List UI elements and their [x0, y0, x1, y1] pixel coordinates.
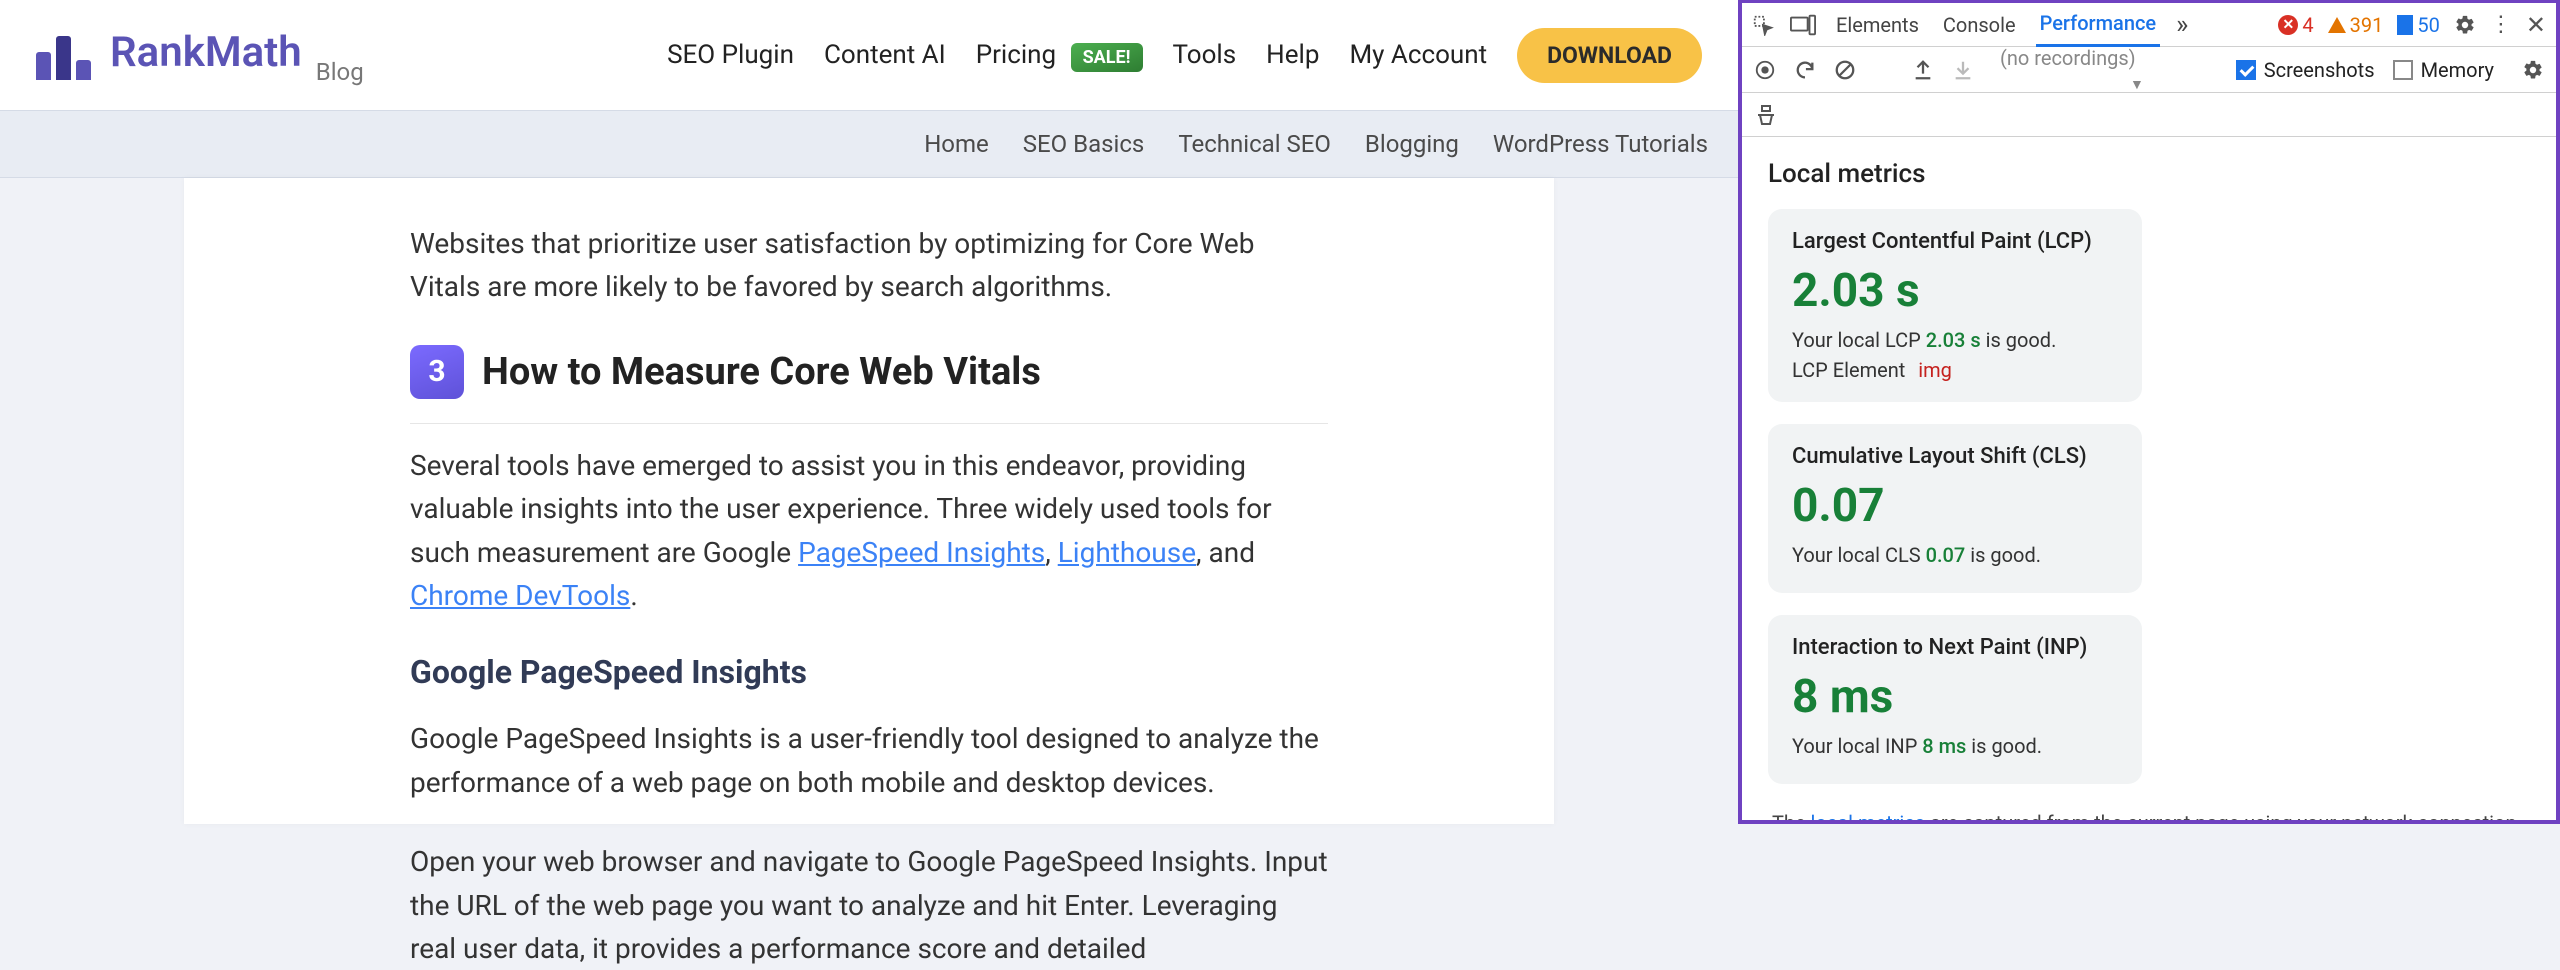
subsection-title: Google PageSpeed Insights: [410, 653, 1328, 691]
download-icon[interactable]: [1952, 59, 1974, 81]
performance-toolbar-2: [1742, 93, 2556, 137]
record-icon[interactable]: [1754, 59, 1776, 81]
psi-instructions: Open your web browser and navigate to Go…: [410, 840, 1328, 970]
inp-detail: Your local INP 8 ms is good.: [1792, 734, 2118, 758]
download-button[interactable]: DOWNLOAD: [1517, 28, 1702, 83]
nav-pricing[interactable]: Pricing SALE!: [976, 40, 1143, 70]
more-tabs-icon[interactable]: »: [2176, 10, 2188, 40]
subnav-blogging[interactable]: Blogging: [1365, 130, 1459, 158]
section-heading: 3 How to Measure Core Web Vitals: [410, 345, 1328, 424]
section-title: How to Measure Core Web Vitals: [482, 350, 1041, 394]
secondary-nav: Home SEO Basics Technical SEO Blogging W…: [0, 110, 1738, 178]
checkbox-checked-icon: [2236, 60, 2256, 80]
intro-paragraph: Websites that prioritize user satisfacti…: [410, 222, 1328, 309]
dropdown-caret-icon: ▼: [2130, 77, 2144, 93]
subnav-wordpress-tutorials[interactable]: WordPress Tutorials: [1493, 130, 1708, 158]
performance-toolbar: (no recordings) ▼ Screenshots Memory: [1742, 47, 2556, 93]
webpage-pane: RankMath Blog SEO Plugin Content AI Pric…: [0, 0, 1738, 824]
capture-settings-icon[interactable]: [2522, 59, 2544, 81]
collect-garbage-icon[interactable]: [1754, 103, 1778, 127]
link-devtools[interactable]: Chrome DevTools: [410, 579, 630, 612]
top-navbar: RankMath Blog SEO Plugin Content AI Pric…: [0, 0, 1738, 110]
lcp-value: 2.03 s: [1792, 264, 2118, 318]
checkbox-empty-icon: [2393, 60, 2413, 80]
local-metrics-link[interactable]: local metrics: [1811, 811, 1926, 820]
nav-help[interactable]: Help: [1266, 40, 1319, 70]
subnav-technical-seo[interactable]: Technical SEO: [1178, 130, 1331, 158]
subnav-seo-basics[interactable]: SEO Basics: [1023, 130, 1145, 158]
lcp-detail: Your local LCP 2.03 s is good.: [1792, 328, 2118, 352]
section-number-badge: 3: [410, 345, 464, 399]
flag-icon: [2397, 15, 2413, 35]
tab-performance[interactable]: Performance: [2036, 2, 2161, 47]
article-body: Websites that prioritize user satisfacti…: [184, 178, 1554, 824]
logo-suffix: Blog: [316, 58, 364, 86]
nav-pricing-label: Pricing: [976, 40, 1056, 70]
sale-badge: SALE!: [1071, 43, 1143, 72]
content-area: Websites that prioritize user satisfacti…: [0, 178, 1738, 824]
lcp-element-tag[interactable]: img: [1918, 358, 1952, 382]
lcp-title: Largest Contentful Paint (LCP): [1792, 229, 2118, 254]
clear-icon[interactable]: [1834, 59, 1856, 81]
tab-console[interactable]: Console: [1939, 4, 2020, 46]
nav-tools[interactable]: Tools: [1173, 40, 1237, 70]
screenshots-checkbox[interactable]: Screenshots: [2236, 58, 2375, 82]
upload-icon[interactable]: [1912, 59, 1934, 81]
logo-text: RankMath: [110, 28, 302, 77]
lcp-card: Largest Contentful Paint (LCP) 2.03 s Yo…: [1768, 209, 2142, 402]
devtools-tabbar: Elements Console Performance » ✕ 4 391 5…: [1742, 3, 2556, 47]
inp-card: Interaction to Next Paint (INP) 8 ms You…: [1768, 615, 2142, 784]
inp-value: 8 ms: [1792, 670, 2118, 724]
error-icon: ✕: [2278, 15, 2298, 35]
tools-paragraph: Several tools have emerged to assist you…: [410, 444, 1328, 618]
metrics-footnote: The local metrics are captured from the …: [1768, 808, 2530, 820]
psi-description: Google PageSpeed Insights is a user-frie…: [410, 717, 1328, 804]
nav-content-ai[interactable]: Content AI: [824, 40, 946, 70]
warning-icon: [2328, 17, 2346, 33]
link-pagespeed[interactable]: PageSpeed Insights: [798, 536, 1045, 569]
nav-seo-plugin[interactable]: SEO Plugin: [667, 40, 794, 70]
cls-title: Cumulative Layout Shift (CLS): [1792, 444, 2118, 469]
cls-value: 0.07: [1792, 479, 2118, 533]
device-toolbar-icon[interactable]: [1790, 14, 1816, 36]
devtools-close-icon[interactable]: ✕: [2526, 11, 2546, 39]
devtools-panel: Elements Console Performance » ✕ 4 391 5…: [1738, 0, 2560, 824]
local-metrics-title: Local metrics: [1768, 159, 2530, 189]
warnings-badge[interactable]: 391: [2328, 13, 2384, 37]
reload-record-icon[interactable]: [1794, 59, 1816, 81]
devtools-menu-icon[interactable]: ⋮: [2490, 12, 2512, 37]
subnav-home[interactable]: Home: [924, 130, 989, 158]
lcp-element-row: LCP Element img: [1792, 358, 2118, 382]
cls-detail: Your local CLS 0.07 is good.: [1792, 543, 2118, 567]
memory-checkbox[interactable]: Memory: [2393, 58, 2494, 82]
primary-nav: SEO Plugin Content AI Pricing SALE! Tool…: [667, 28, 1702, 83]
issues-badge[interactable]: 50: [2397, 13, 2439, 37]
nav-my-account[interactable]: My Account: [1349, 40, 1487, 70]
devtools-settings-icon[interactable]: [2454, 14, 2476, 36]
inp-title: Interaction to Next Paint (INP): [1792, 635, 2118, 660]
errors-badge[interactable]: ✕ 4: [2278, 13, 2313, 37]
link-lighthouse[interactable]: Lighthouse: [1058, 536, 1196, 569]
tab-elements[interactable]: Elements: [1832, 4, 1923, 46]
cls-card: Cumulative Layout Shift (CLS) 0.07 Your …: [1768, 424, 2142, 593]
site-logo[interactable]: RankMath Blog: [36, 24, 364, 86]
inspect-element-icon[interactable]: [1752, 14, 1774, 36]
logo-mark-icon: [36, 24, 96, 80]
recordings-dropdown[interactable]: (no recordings) ▼: [1992, 42, 2218, 98]
devtools-status: ✕ 4 391 50 ⋮ ✕: [2278, 11, 2546, 39]
local-metrics-section: Local metrics Largest Contentful Paint (…: [1742, 137, 2556, 820]
